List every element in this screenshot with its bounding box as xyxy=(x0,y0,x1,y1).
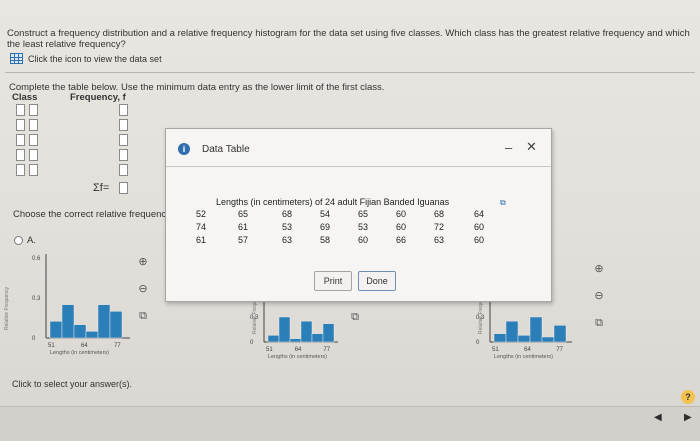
y-tick-label: 0.3 xyxy=(476,315,485,321)
done-button[interactable]: Done xyxy=(358,271,396,291)
external-link-icon[interactable]: ⧉ xyxy=(593,317,605,329)
x-tick-label: 64 xyxy=(81,343,88,349)
data-cell: 61 xyxy=(237,222,248,232)
dialog-title: Data Table xyxy=(202,144,250,155)
x-tick-label: 64 xyxy=(295,347,302,353)
histogram-bar xyxy=(267,335,280,343)
x-tick-label: 51 xyxy=(48,343,55,349)
histogram-bar xyxy=(311,333,324,343)
x-tick-label: 77 xyxy=(556,347,563,353)
data-cell: 63 xyxy=(433,235,444,245)
data-cell: 74 xyxy=(195,222,206,232)
histogram-bar xyxy=(109,311,123,339)
y-tick-label: 0 xyxy=(250,340,254,346)
magnify-plus-icon[interactable]: ⊕ xyxy=(593,263,605,275)
data-cell: 68 xyxy=(433,209,444,219)
histogram-bar xyxy=(517,335,531,343)
histogram-bar xyxy=(322,323,335,343)
minimize-button[interactable]: – xyxy=(505,140,512,155)
x-tick-label: 51 xyxy=(266,347,273,353)
x-axis-label: Lengths (in centimeters) xyxy=(50,350,109,356)
histogram-bar xyxy=(505,320,519,343)
data-cell: 60 xyxy=(357,235,368,245)
dialog-divider xyxy=(166,166,551,167)
copy-icon[interactable]: ⧉ xyxy=(500,198,506,208)
bottom-bar xyxy=(0,406,700,441)
y-axis-label: Relative Frequency xyxy=(4,286,10,330)
data-cell: 68 xyxy=(281,209,292,219)
data-cell: 53 xyxy=(281,222,292,232)
histogram-bar xyxy=(529,316,543,343)
data-cell: 65 xyxy=(357,209,368,219)
histogram-bar xyxy=(541,336,555,343)
data-cell: 69 xyxy=(319,222,330,232)
data-cell: 66 xyxy=(395,235,406,245)
histogram-bar xyxy=(493,333,507,343)
y-tick-label: 0.6 xyxy=(32,256,41,262)
data-cell: 65 xyxy=(237,209,248,219)
data-cell: 60 xyxy=(473,222,484,232)
data-cell: 72 xyxy=(433,222,444,232)
data-cell: 53 xyxy=(357,222,368,232)
external-link-icon[interactable]: ⧉ xyxy=(137,310,149,322)
click-select-hint: Click to select your answer(s). xyxy=(12,379,133,389)
y-tick-label: 0.3 xyxy=(32,296,41,302)
magnify-minus-icon[interactable]: ⊖ xyxy=(137,283,149,295)
data-cell: 58 xyxy=(319,235,330,245)
close-button[interactable]: ✕ xyxy=(526,139,537,155)
data-cell: 64 xyxy=(473,209,484,219)
magnify-minus-icon[interactable]: ⊖ xyxy=(593,290,605,302)
data-cell: 57 xyxy=(237,235,248,245)
histogram-bar xyxy=(553,325,567,343)
x-tick-label: 77 xyxy=(323,347,330,353)
x-tick-label: 51 xyxy=(492,347,499,353)
histogram-bar xyxy=(289,338,302,343)
histogram-bar xyxy=(278,316,291,343)
x-tick-label: 64 xyxy=(524,347,531,353)
data-cell: 63 xyxy=(281,235,292,245)
y-tick-label: 0.3 xyxy=(250,315,259,321)
y-tick-label: 0 xyxy=(32,336,36,342)
data-cell: 60 xyxy=(473,235,484,245)
data-cell: 61 xyxy=(195,235,206,245)
info-icon: i xyxy=(178,143,190,155)
prev-arrow-icon[interactable]: ◀ xyxy=(654,412,662,423)
x-axis-label: Lengths (in centimeters) xyxy=(494,354,553,360)
help-icon[interactable]: ? xyxy=(681,390,695,404)
y-tick-label: 0 xyxy=(476,340,480,346)
histogram-bar xyxy=(73,324,87,339)
magnify-plus-icon[interactable]: ⊕ xyxy=(137,256,149,268)
histogram-bar xyxy=(49,321,63,339)
histogram-bar xyxy=(61,304,75,339)
table-title: Lengths (in centimeters) of 24 adult Fij… xyxy=(216,197,450,207)
external-link-icon[interactable]: ⧉ xyxy=(349,311,361,323)
print-button[interactable]: Print xyxy=(314,271,352,291)
next-arrow-icon[interactable]: ▶ xyxy=(684,412,692,423)
histogram-bar xyxy=(97,304,111,339)
histogram-bar xyxy=(85,331,99,339)
histogram-bar xyxy=(300,320,313,343)
x-axis-label: Lengths (in centimeters) xyxy=(268,354,327,360)
data-table-dialog: i Data Table – ✕ Lengths (in centimeters… xyxy=(165,128,552,302)
data-cell: 60 xyxy=(395,222,406,232)
data-cell: 52 xyxy=(195,209,206,219)
data-cell: 54 xyxy=(319,209,330,219)
x-tick-label: 77 xyxy=(114,343,121,349)
data-cell: 60 xyxy=(395,209,406,219)
